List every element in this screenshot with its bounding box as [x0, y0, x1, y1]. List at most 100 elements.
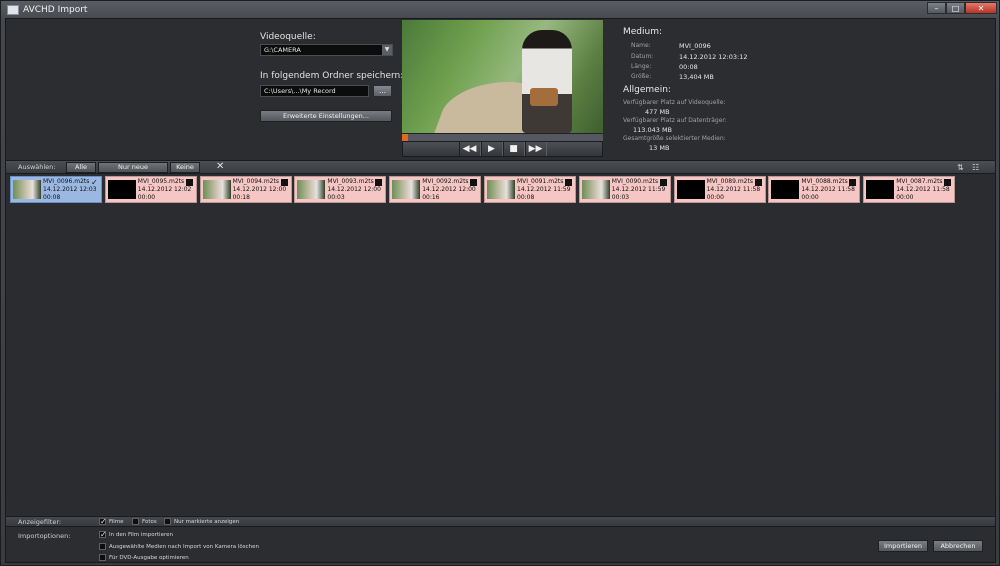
- media-duration: 00:03: [611, 194, 630, 201]
- medium-date-value: 14.12.2012 12:03:12: [679, 53, 748, 61]
- photos-checkbox[interactable]: [132, 518, 139, 525]
- free-source-key: Verfügbarer Platz auf Videoquelle:: [623, 99, 726, 106]
- media-name: MVI_0088.m2ts: [801, 178, 848, 185]
- media-duration: 00:03: [327, 194, 345, 201]
- seek-bar[interactable]: [402, 133, 603, 141]
- media-name: MVI_0096.m2ts: [43, 178, 90, 185]
- stop-button[interactable]: ■: [502, 142, 525, 156]
- media-name: MVI_0092.m2ts: [422, 178, 469, 185]
- select-new-button[interactable]: Nur neue: [98, 162, 168, 173]
- media-checkbox[interactable]: [185, 179, 193, 186]
- app-icon: [7, 4, 19, 15]
- general-title: Allgemein:: [623, 85, 671, 95]
- select-none-button[interactable]: Keine: [170, 162, 200, 173]
- media-tile[interactable]: MVI_0087.m2ts 14.12.2012 11:58 00:00: [863, 176, 956, 203]
- media-date: 14.12.2012 12:00: [232, 186, 287, 193]
- browse-folder-button[interactable]: …: [373, 85, 392, 97]
- preview-bag-shape: [530, 88, 558, 106]
- save-folder-input[interactable]: C:\Users\...\My Record: [260, 85, 369, 97]
- media-checkbox[interactable]: [280, 179, 288, 186]
- filter-label: Anzeigefilter:: [18, 518, 62, 526]
- media-checkbox[interactable]: [565, 179, 572, 186]
- cancel-button[interactable]: Abbrechen: [933, 540, 983, 552]
- total-selected-value: 13 MB: [649, 144, 670, 152]
- media-tile[interactable]: MVI_0091.m2ts 14.12.2012 11:59 00:08: [484, 176, 576, 203]
- into-film-checkbox[interactable]: ✓: [99, 531, 107, 539]
- media-thumbnail: [487, 180, 515, 199]
- total-selected-key: Gesamtgröße selektierter Medien:: [623, 135, 726, 142]
- select-label: Auswählen:: [18, 163, 56, 171]
- chevron-down-icon[interactable]: ▼: [382, 45, 392, 55]
- medium-date-key: Datum:: [631, 53, 654, 60]
- media-tile[interactable]: MVI_0094.m2ts 14.12.2012 12:00 00:18: [199, 176, 292, 203]
- video-source-select[interactable]: G:\CAMERA ▼: [260, 44, 393, 56]
- media-name: MVI_0089.m2ts: [706, 178, 753, 185]
- title-bar: AVCHD Import – □ ✕: [1, 1, 999, 18]
- maximize-button[interactable]: □: [946, 2, 965, 14]
- media-tile[interactable]: MVI_0089.m2ts 14.12.2012 11:58 00:00: [673, 176, 766, 203]
- media-tile[interactable]: MVI_0093.m2ts 14.12.2012 12:00 00:03: [294, 176, 387, 203]
- dvd-optimize-checkbox[interactable]: [99, 554, 106, 561]
- media-thumbnail: [771, 180, 800, 199]
- client-area: Videoquelle: G:\CAMERA ▼ In folgendem Or…: [5, 18, 996, 563]
- forward-button[interactable]: ▶▶: [524, 142, 547, 156]
- media-checkbox[interactable]: [375, 179, 383, 186]
- window-controls: – □ ✕: [927, 2, 997, 14]
- media-tile[interactable]: MVI_0092.m2ts 14.12.2012 12:00 00:16: [389, 176, 482, 203]
- media-thumbnail: [676, 180, 705, 199]
- media-duration: 00:08: [517, 194, 535, 201]
- delete-after-import-label: Ausgewählte Medien nach Import von Kamer…: [109, 544, 260, 550]
- media-duration: 00:00: [801, 194, 819, 201]
- window-title: AVCHD Import: [23, 4, 88, 15]
- media-checkbox[interactable]: [754, 179, 762, 186]
- medium-title: Medium:: [623, 27, 663, 37]
- import-window: AVCHD Import – □ ✕ Videoquelle: G:\CAMER…: [0, 0, 1000, 566]
- media-thumbnail: [202, 180, 231, 199]
- video-source-label: Videoquelle:: [260, 32, 316, 42]
- media-duration: 00:00: [706, 194, 724, 201]
- video-source-value: G:\CAMERA: [264, 46, 301, 54]
- camera-check-icon[interactable]: ✓: [91, 179, 98, 187]
- rewind-button[interactable]: ◀◀: [458, 142, 481, 156]
- marked-only-checkbox[interactable]: [164, 518, 171, 525]
- media-thumbnail: [581, 180, 610, 199]
- media-thumbnail: [107, 180, 136, 199]
- import-options-label: Importoptionen:: [18, 532, 71, 540]
- media-date: 14.12.2012 12:00: [327, 186, 381, 193]
- films-label: Filme: [109, 519, 124, 525]
- clear-selection-icon[interactable]: ✕: [216, 161, 224, 172]
- delete-after-import-checkbox[interactable]: [99, 543, 106, 550]
- media-tile[interactable]: MVI_0096.m2ts 14.12.2012 12:03 00:08 ✓: [10, 176, 102, 203]
- media-name: MVI_0090.m2ts: [611, 178, 659, 185]
- filter-bar: Anzeigefilter: ✓ Filme Fotos Nur markier…: [6, 516, 995, 527]
- select-all-button[interactable]: Alle: [66, 162, 96, 173]
- advanced-settings-button[interactable]: Erweiterte Einstellungen...: [260, 110, 392, 122]
- medium-name-value: MVI_0096: [679, 42, 711, 50]
- media-duration: 00:16: [422, 194, 440, 201]
- media-checkbox[interactable]: [470, 179, 478, 186]
- media-date: 14.12.2012 12:00: [422, 186, 476, 193]
- into-film-label: In den Film importieren: [109, 532, 173, 538]
- close-button[interactable]: ✕: [965, 2, 997, 14]
- minimize-button[interactable]: –: [927, 2, 946, 14]
- media-tile[interactable]: MVI_0088.m2ts 14.12.2012 11:58 00:00: [768, 176, 861, 203]
- sort-icon[interactable]: ⇅: [957, 163, 964, 172]
- save-folder-label: In folgendem Ordner speichern:: [260, 71, 404, 81]
- media-date: 14.12.2012 11:58: [706, 186, 761, 193]
- media-duration: 00:00: [896, 194, 914, 201]
- films-checkbox[interactable]: ✓: [99, 518, 107, 526]
- media-name: MVI_0095.m2ts: [137, 178, 185, 185]
- media-checkbox[interactable]: [849, 179, 857, 186]
- media-checkbox[interactable]: [944, 179, 952, 186]
- media-name: MVI_0091.m2ts: [517, 178, 564, 185]
- import-button[interactable]: Importieren: [878, 540, 928, 552]
- top-panel: Videoquelle: G:\CAMERA ▼ In folgendem Or…: [6, 19, 995, 159]
- media-duration: 00:18: [232, 194, 250, 201]
- media-checkbox[interactable]: [659, 179, 667, 186]
- view-mode-icon[interactable]: ☷: [972, 163, 979, 172]
- media-tile[interactable]: MVI_0095.m2ts 14.12.2012 12:02 00:00: [104, 176, 197, 203]
- play-button[interactable]: ▶: [480, 142, 503, 156]
- transport-controls: ◀◀ ▶ ■ ▶▶: [402, 141, 603, 157]
- medium-name-key: Name:: [631, 42, 651, 49]
- media-tile[interactable]: MVI_0090.m2ts 14.12.2012 11:59 00:03: [578, 176, 671, 203]
